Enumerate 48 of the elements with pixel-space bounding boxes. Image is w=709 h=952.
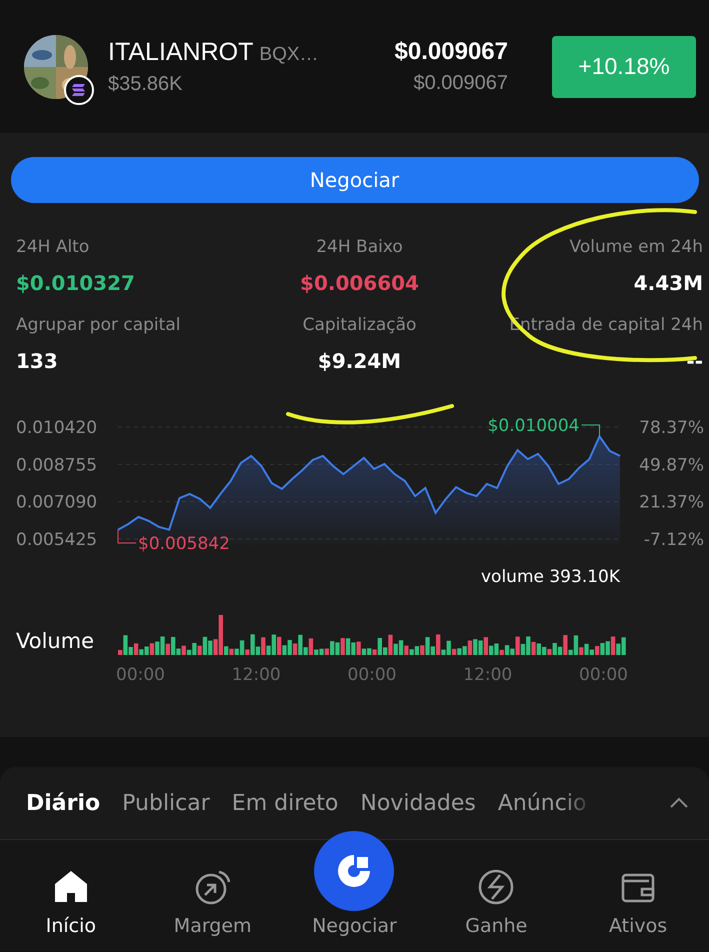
stat-value: $0.006604 (300, 271, 419, 295)
stat-value: $9.24M (318, 349, 402, 373)
feed-tab[interactable]: Em direto (232, 790, 338, 816)
price-secondary: $0.009067 (413, 72, 508, 95)
stat-label: 24H Alto (16, 237, 90, 257)
volume-label: Volume (15, 629, 96, 653)
feed-tab[interactable]: Anúncio (498, 790, 586, 816)
axis-tick-label: 0.008755 (16, 455, 98, 476)
stat-value: 4.43M (634, 271, 703, 295)
stat-value: -- (686, 349, 703, 373)
time-label: 12:00 (463, 665, 512, 685)
leader-line (118, 529, 136, 544)
time-label: 00:00 (579, 665, 628, 685)
nav-item[interactable]: Ganhe (425, 840, 568, 951)
nav-item[interactable]: Negociar (284, 814, 426, 951)
stat-label: Capitalização (302, 315, 416, 335)
time-label: 12:00 (232, 665, 281, 685)
token-price: $0.009067 (394, 38, 508, 66)
nav-item[interactable]: Margem (142, 840, 284, 951)
volume-reading: volume 393.10K (480, 567, 620, 587)
axis-tick-label: 49.87% (639, 455, 704, 476)
feed-tab[interactable]: Diário (26, 790, 100, 816)
leader-line (581, 424, 600, 437)
axis-tick-label: 0.007090 (16, 492, 98, 513)
stat-label: 24H Baixo (316, 237, 403, 257)
time-label: 00:00 (116, 665, 165, 685)
feed-tab[interactable]: Novidades (360, 790, 476, 816)
min-price-label: $0.005842 (138, 534, 230, 554)
stat-value: 133 (16, 349, 59, 373)
max-price-label: $0.010004 (488, 416, 580, 436)
nav-item[interactable]: Início (0, 840, 142, 951)
feed-tab[interactable]: Publicar (122, 790, 210, 816)
axis-tick-label: 0.005425 (16, 530, 98, 550)
token-name: ITALIANROT (108, 38, 254, 66)
time-label: 00:00 (348, 665, 396, 685)
solana-icon (64, 74, 94, 104)
stat-label: Volume em 24h (570, 237, 703, 257)
trade-button[interactable]: Negociar (10, 157, 698, 203)
axis-tick-label: 78.37% (639, 418, 704, 438)
caret-up-icon[interactable] (669, 797, 689, 809)
nav-item[interactable]: Ativos (567, 840, 709, 951)
axis-tick-label: 21.37% (639, 492, 704, 513)
stat-value: $0.010327 (16, 271, 136, 295)
market-cap: $35.86K (108, 72, 184, 96)
axis-tick-label: -7.12% (644, 530, 704, 550)
token-ticker: BQX… (259, 44, 319, 66)
axis-tick-label: 0.010420 (16, 418, 98, 438)
stat-label: Agrupar por capital (16, 315, 182, 335)
